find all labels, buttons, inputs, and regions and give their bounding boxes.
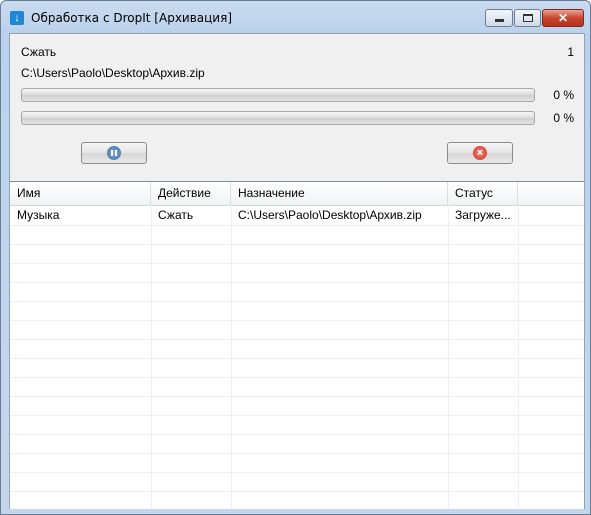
column-header-destination[interactable]: Назначение [231, 182, 448, 205]
total-progress-percent: 0 % [553, 111, 574, 125]
window-title: Обработка с DropIt [Архивация] [31, 11, 233, 25]
grid-line [10, 396, 584, 397]
stop-icon: × [473, 146, 487, 160]
grid-line [10, 301, 584, 302]
grid-line [10, 282, 584, 283]
items-count: 1 [567, 45, 574, 59]
pause-icon [107, 146, 121, 160]
grid-line [10, 358, 584, 359]
pause-button[interactable] [81, 142, 147, 164]
column-header-name[interactable]: Имя [10, 182, 151, 205]
dropit-arrow-icon[interactable]: ↓ [10, 11, 24, 25]
title-bar[interactable]: ↓ Обработка с DropIt [Архивация] ✕ [1, 1, 590, 33]
list-header: Имя Действие Назначение Статус [10, 182, 584, 206]
row-name-cell: Музыка [17, 208, 60, 222]
total-progress-bar [21, 111, 535, 125]
grid-column-line [151, 205, 152, 509]
minimize-button[interactable] [485, 9, 513, 27]
grid-line [10, 491, 584, 492]
table-row[interactable]: Музыка Сжать C:\Users\Paolo\Desktop\Архи… [10, 206, 584, 225]
grid-line [10, 225, 584, 226]
client-area: Сжать 1 C:\Users\Paolo\Desktop\Архив.zip… [9, 33, 585, 509]
current-path-label: C:\Users\Paolo\Desktop\Архив.zip [21, 66, 205, 80]
maximize-button[interactable] [514, 9, 541, 27]
row-destination-cell: C:\Users\Paolo\Desktop\Архив.zip [238, 208, 422, 222]
row-status-cell: Загруже... [455, 208, 511, 222]
current-action-label: Сжать [21, 45, 57, 59]
close-button[interactable]: ✕ [542, 9, 584, 27]
grid-column-line [231, 205, 232, 509]
grid-line [10, 339, 584, 340]
close-icon: ✕ [557, 11, 569, 25]
grid-line [10, 263, 584, 264]
grid-line [10, 244, 584, 245]
stop-button[interactable]: × [447, 142, 513, 164]
grid-line [10, 320, 584, 321]
column-header-action[interactable]: Действие [151, 182, 231, 205]
grid-line [10, 415, 584, 416]
grid-column-line [518, 205, 519, 509]
grid-column-line [448, 205, 449, 509]
dropit-window: ↓ Обработка с DropIt [Архивация] ✕ Сжать… [0, 0, 591, 515]
file-progress-bar [21, 88, 535, 102]
file-progress-percent: 0 % [553, 88, 574, 102]
grid-line [10, 434, 584, 435]
maximize-icon [523, 14, 533, 22]
column-header-empty [518, 182, 584, 205]
row-action-cell: Сжать [158, 208, 194, 222]
grid-line [10, 472, 584, 473]
operations-list[interactable]: Имя Действие Назначение Статус Музыка Сж… [10, 181, 584, 509]
grid-line [10, 453, 584, 454]
minimize-icon [495, 19, 504, 22]
grid-line [10, 377, 584, 378]
column-header-status[interactable]: Статус [448, 182, 518, 205]
